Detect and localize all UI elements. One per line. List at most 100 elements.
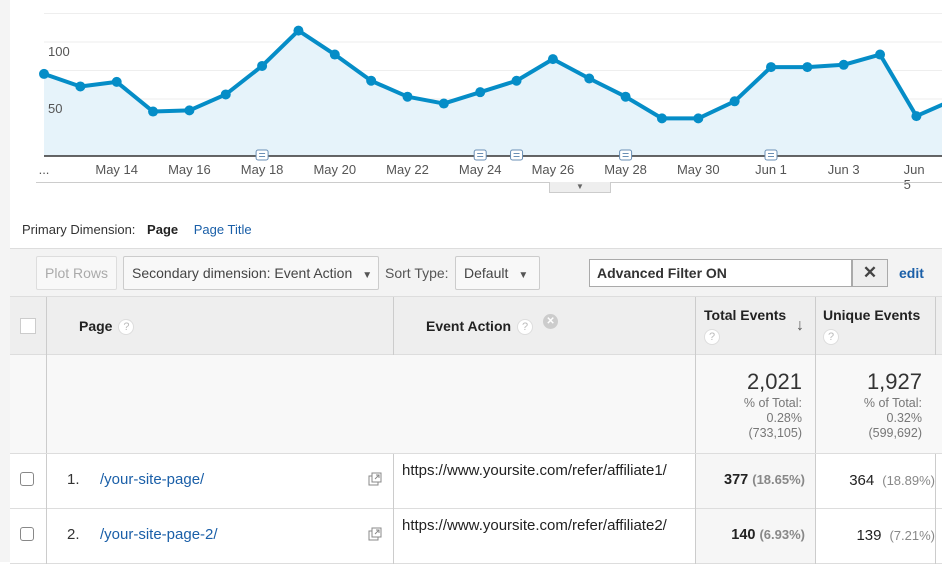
column-divider — [935, 454, 936, 509]
primary-dimension: Primary Dimension: Page Page Title — [22, 222, 260, 237]
data-point[interactable] — [475, 87, 486, 98]
clear-filter-button[interactable]: ✕ — [852, 259, 888, 287]
data-point[interactable] — [693, 113, 704, 124]
data-point[interactable] — [220, 89, 231, 100]
open-external-icon[interactable] — [368, 472, 383, 487]
header-event-action[interactable]: Event Action? ✕ — [426, 314, 559, 336]
pct-value: 0.28% — [766, 411, 802, 425]
advanced-filter-field[interactable]: Advanced Filter ON — [589, 259, 852, 287]
row-checkbox[interactable] — [20, 527, 34, 541]
column-divider — [46, 297, 47, 355]
total-events-cell: 140 (6.93%) — [695, 527, 805, 543]
unique-events-sum: 1,927 — [866, 369, 922, 394]
header-total-events-label: Total Events — [704, 307, 787, 323]
unique-events-pct: (7.21%) — [889, 528, 935, 543]
data-point[interactable] — [802, 62, 813, 73]
header-page[interactable]: Page? — [79, 318, 135, 336]
data-point[interactable] — [584, 73, 595, 84]
sort-type-value: Default — [464, 265, 509, 281]
table-row: 2. /your-site-page-2/ https://www.yoursi… — [10, 509, 942, 564]
unique-events-cell: 139 (7.21%) — [815, 527, 935, 544]
x-tick-label: May 24 — [458, 162, 502, 177]
event-action-value: https://www.yoursite.com/refer/affiliate… — [402, 517, 667, 534]
data-point[interactable] — [75, 81, 86, 92]
x-tick-label: May 28 — [604, 162, 647, 177]
data-point[interactable] — [438, 98, 449, 109]
data-point[interactable] — [838, 59, 849, 70]
total-events-value: 140 — [731, 527, 756, 543]
dimension-page[interactable]: Page — [147, 222, 178, 237]
unique-events-cell: 364 (18.89%) — [815, 472, 935, 489]
page-link[interactable]: /your-site-page/ — [100, 471, 204, 488]
header-page-label: Page — [79, 318, 113, 334]
table-row: 1. /your-site-page/ https://www.yoursite… — [10, 454, 942, 509]
open-external-icon[interactable] — [368, 527, 383, 542]
x-tick-label: May 18 — [240, 162, 284, 177]
column-divider — [695, 297, 696, 355]
annotation-icon[interactable] — [255, 149, 269, 161]
help-icon[interactable]: ? — [823, 329, 839, 345]
select-all-checkbox[interactable] — [20, 318, 36, 334]
help-icon[interactable]: ? — [517, 319, 534, 336]
sort-descending-icon[interactable]: ↓ — [796, 317, 804, 335]
remove-dimension-icon[interactable]: ✕ — [543, 314, 559, 329]
header-event-action-label: Event Action — [426, 318, 512, 334]
annotation-icon[interactable] — [510, 149, 524, 161]
total-events-pct: (6.93%) — [759, 527, 805, 542]
plot-rows-button[interactable]: Plot Rows — [36, 256, 118, 290]
data-point[interactable] — [511, 75, 522, 86]
dimension-page-title[interactable]: Page Title — [194, 222, 252, 237]
unique-events-pct: % of Total: 0.32% (599,692) — [812, 396, 922, 441]
annotation-icon[interactable] — [764, 149, 778, 161]
edit-filter-link[interactable]: edit — [899, 265, 924, 281]
data-point[interactable] — [766, 62, 776, 73]
chevron-down-icon: ▼ — [362, 270, 373, 281]
annotation-icon[interactable] — [619, 149, 633, 161]
header-unique-events-label: Unique Events — [823, 307, 921, 323]
data-point[interactable] — [620, 91, 631, 102]
secondary-dimension-label: Secondary dimension: Event Action — [132, 265, 353, 281]
column-divider — [393, 297, 394, 355]
data-point[interactable] — [257, 60, 268, 71]
help-icon[interactable]: ? — [118, 319, 135, 336]
data-point[interactable] — [329, 49, 340, 60]
data-point[interactable] — [729, 96, 740, 107]
summary-row: 2,021 % of Total: 0.28% (733,105) 1,927 % … — [10, 355, 942, 454]
area-fill — [44, 30, 942, 156]
data-point[interactable] — [911, 111, 922, 122]
close-icon: ✕ — [862, 263, 878, 282]
page-link[interactable]: /your-site-page-2/ — [100, 526, 218, 543]
data-point[interactable] — [366, 75, 377, 86]
annotation-icon[interactable] — [473, 149, 487, 161]
sort-type-dropdown[interactable]: Default ▼ — [455, 256, 540, 290]
data-point[interactable] — [184, 105, 195, 116]
y-tick-label: 150 — [48, 0, 70, 2]
x-tick-label: May 16 — [168, 162, 211, 177]
row-checkbox[interactable] — [20, 472, 34, 486]
data-point[interactable] — [148, 106, 159, 117]
data-point[interactable] — [656, 113, 667, 124]
event-action-value: https://www.yoursite.com/refer/affiliate… — [402, 462, 667, 479]
data-point[interactable] — [39, 68, 49, 79]
chart-collapse-toggle[interactable]: ▼ — [549, 182, 611, 193]
unique-events-pct: (18.89%) — [882, 473, 935, 488]
header-unique-events[interactable]: Unique Events? — [823, 307, 920, 345]
pct-total: (733,105) — [748, 426, 802, 440]
y-tick-label: 100 — [48, 44, 70, 59]
total-events-pct: (18.65%) — [752, 472, 805, 487]
primary-dimension-label: Primary Dimension: — [22, 222, 136, 237]
x-tick-label: May 14 — [95, 162, 139, 177]
data-point[interactable] — [402, 91, 413, 102]
data-point[interactable] — [547, 54, 558, 65]
data-point[interactable] — [111, 76, 122, 87]
secondary-dimension-dropdown[interactable]: Secondary dimension: Event Action ▼ — [123, 256, 379, 290]
column-divider — [46, 355, 47, 453]
total-events-value: 377 — [724, 472, 749, 488]
header-total-events[interactable]: Total Events? — [704, 307, 786, 345]
help-icon[interactable]: ? — [704, 329, 720, 345]
data-point[interactable] — [875, 49, 886, 60]
column-divider — [393, 509, 394, 564]
data-point[interactable] — [293, 25, 304, 36]
y-tick-label: 50 — [48, 101, 63, 116]
chevron-down-icon: ▼ — [518, 270, 529, 281]
